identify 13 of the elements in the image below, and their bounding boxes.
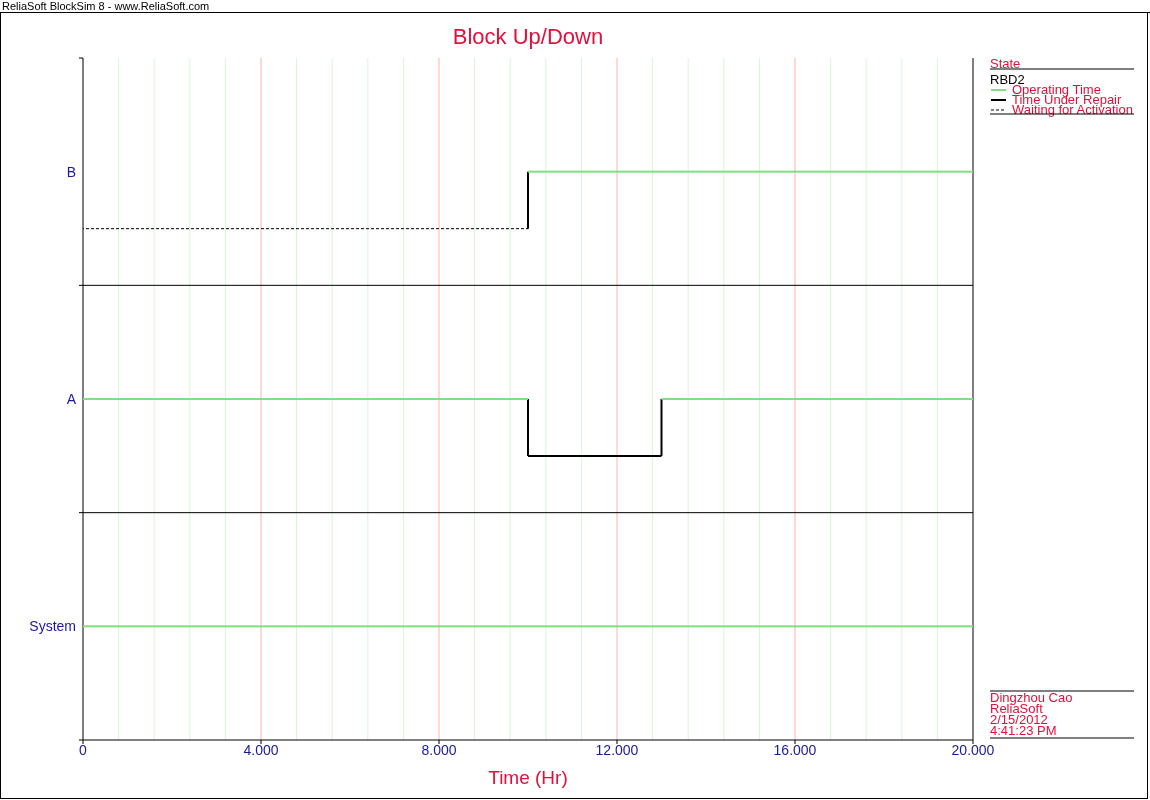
legend-heading: State bbox=[990, 56, 1021, 71]
axis-tick-label: 16.000 bbox=[773, 742, 817, 758]
axis-tick-label: 12.000 bbox=[595, 742, 639, 758]
axis-tick-label: B bbox=[66, 163, 76, 180]
axis-tick-label: 0 bbox=[79, 742, 87, 758]
window-title: ReliaSoft BlockSim 8 - www.ReliaSoft.com bbox=[1, 0, 210, 12]
axis-title: Time (Hr) bbox=[488, 767, 568, 788]
axis-tick-label: 4.000 bbox=[243, 742, 279, 758]
axis-tick-label: 20.000 bbox=[951, 742, 995, 758]
axis-tick-label: 8.000 bbox=[421, 742, 457, 758]
chart-title: Block Up/Down bbox=[452, 24, 604, 49]
axis-tick-label: A bbox=[66, 391, 76, 407]
axis-tick-label: System bbox=[29, 618, 76, 635]
